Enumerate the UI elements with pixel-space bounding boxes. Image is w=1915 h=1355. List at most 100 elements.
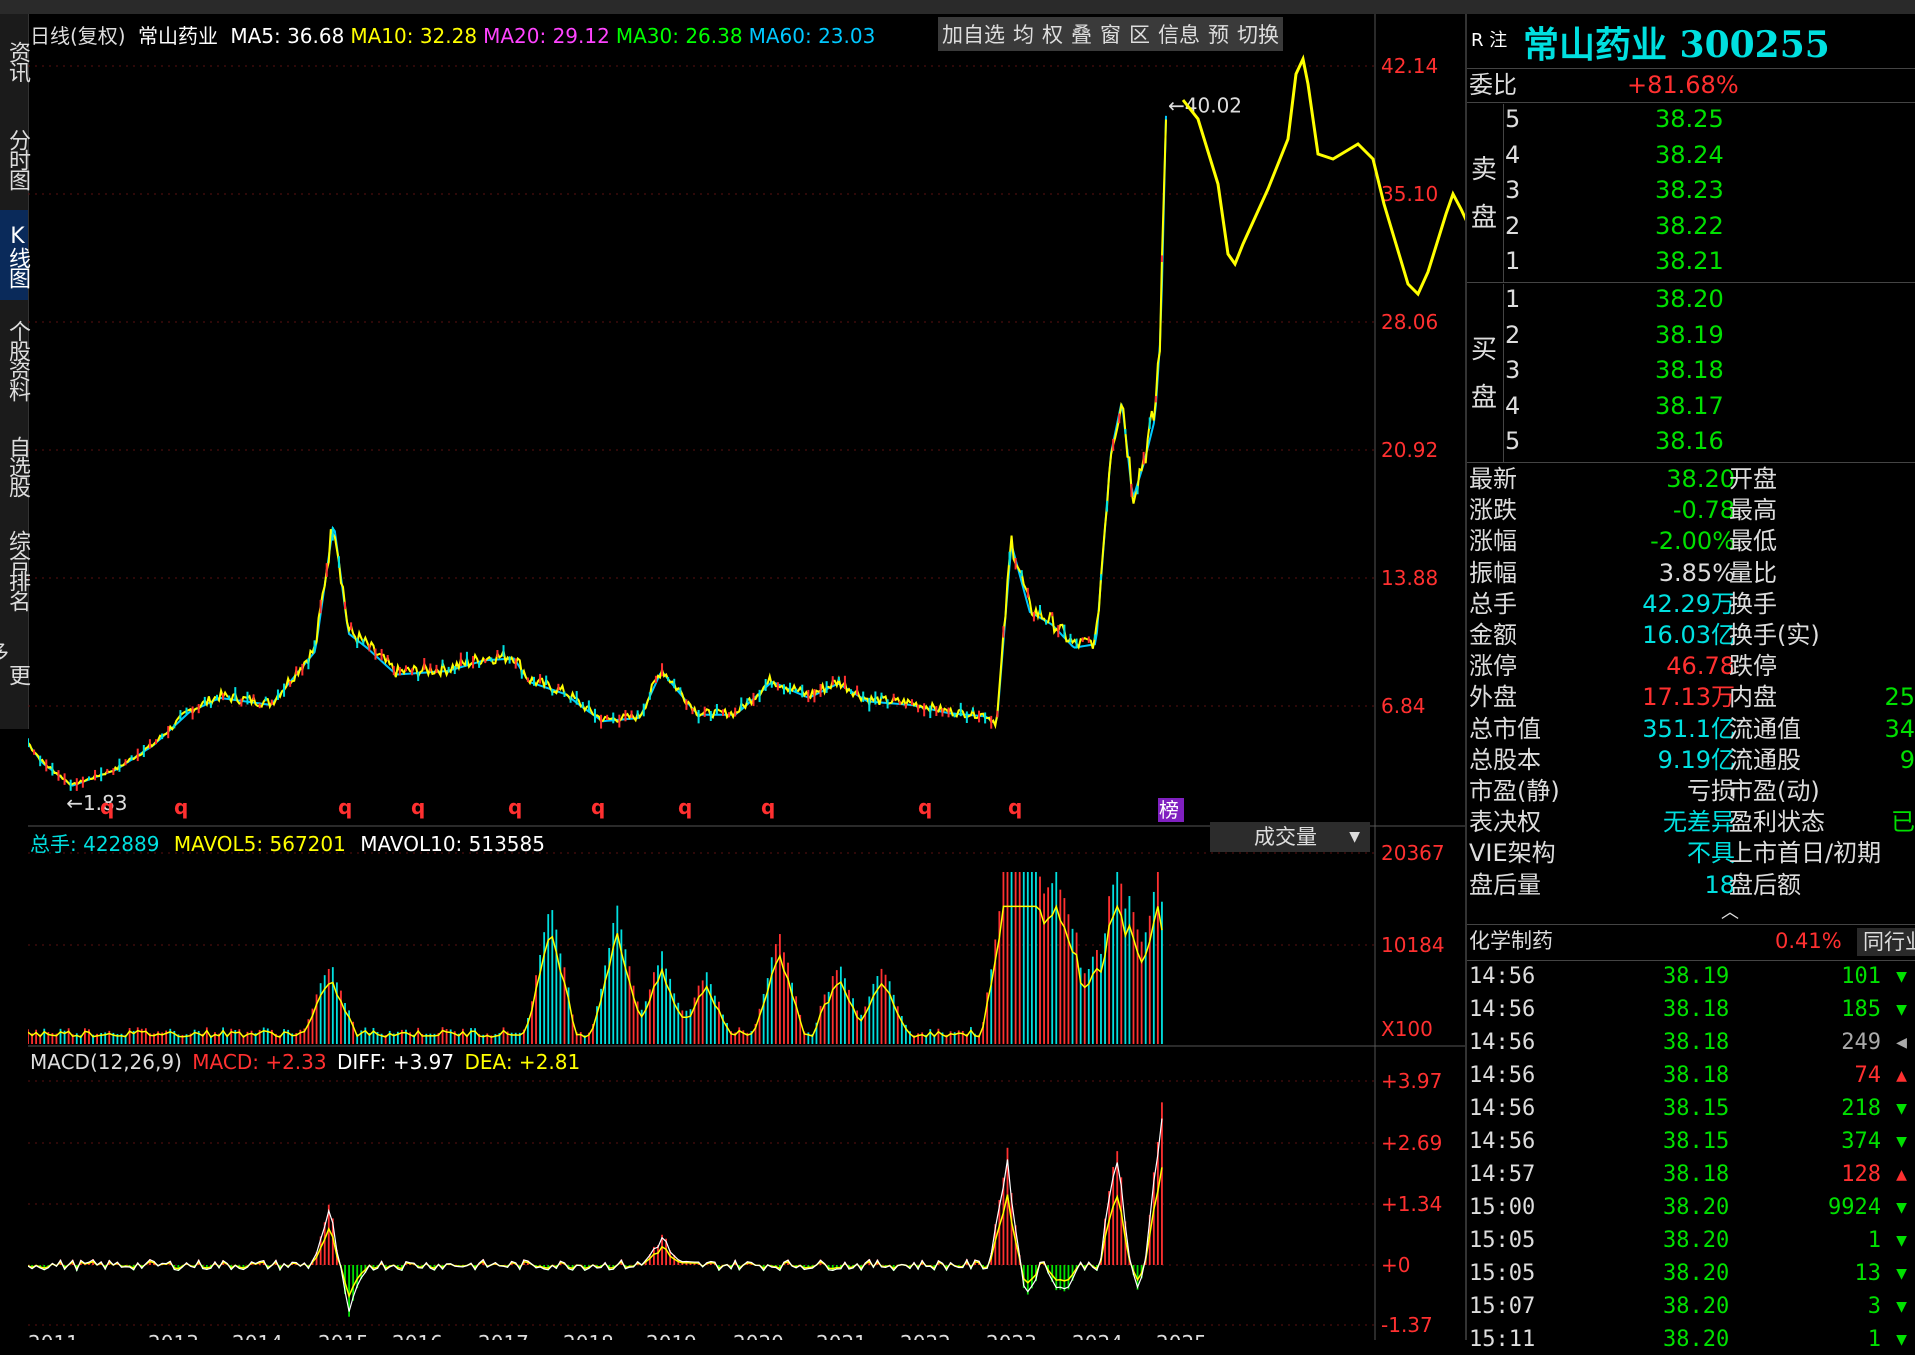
candle — [192, 706, 194, 719]
candle — [466, 652, 468, 665]
tick-price: 38.15 — [1663, 1094, 1729, 1124]
industry-label[interactable]: 化学制药 — [1469, 926, 1553, 956]
candle — [137, 749, 139, 761]
toolbar-item-0[interactable]: 加自选 — [938, 19, 1009, 49]
candle — [442, 660, 444, 667]
q-marker[interactable]: q — [761, 795, 775, 819]
q-marker[interactable]: q — [1008, 795, 1022, 819]
year-axis-label: 2024 — [1072, 1331, 1123, 1340]
toolbar-item-6[interactable]: 信息 — [1154, 19, 1204, 49]
candle — [33, 750, 35, 755]
candle — [777, 682, 779, 690]
q-marker[interactable]: q — [100, 795, 114, 819]
candle — [1033, 612, 1035, 621]
candle — [1094, 634, 1096, 640]
candle — [57, 770, 59, 781]
order-level-price: 38.23 — [1655, 175, 1724, 205]
toolbar-item-7[interactable]: 预 — [1204, 19, 1233, 49]
candle — [752, 693, 754, 706]
volume-bar — [1137, 929, 1139, 1044]
collapse-icon[interactable]: ︿ — [1721, 898, 1739, 924]
q-marker[interactable]: q — [591, 795, 605, 819]
candle — [557, 684, 559, 691]
left-tab-4[interactable]: 自选股 — [0, 424, 28, 508]
candle — [813, 689, 815, 702]
stat-value-2: 25 — [1884, 682, 1915, 712]
buy-label-box: 买盘 — [1467, 284, 1504, 462]
candle — [759, 690, 761, 702]
candle — [643, 704, 645, 717]
candle — [801, 685, 803, 698]
volume-bar — [340, 991, 342, 1044]
left-tab-0[interactable]: 资讯 — [0, 22, 28, 100]
toolbar-item-4[interactable]: 窗 — [1096, 19, 1125, 49]
tick-price: 38.20 — [1663, 1292, 1729, 1322]
arrow-up-icon: ▲ — [1896, 1061, 1907, 1091]
candle — [990, 716, 992, 729]
left-tab-1[interactable]: 分时图 — [0, 114, 28, 204]
stat-label: 涨停 — [1469, 651, 1517, 681]
candle — [960, 703, 962, 716]
volume-bar — [877, 976, 879, 1044]
q-marker[interactable]: q — [918, 795, 932, 819]
toolbar-item-5[interactable]: 区 — [1125, 19, 1154, 49]
left-tab-6[interactable]: 更多.. — [0, 634, 28, 714]
order-level-index: 3 — [1505, 355, 1520, 385]
order-level-price: 38.18 — [1655, 355, 1724, 385]
toolbar-item-3[interactable]: 叠 — [1067, 19, 1096, 49]
order-level-index: 3 — [1505, 175, 1520, 205]
toolbar-item-8[interactable]: 切换 — [1233, 19, 1283, 49]
stat-label-2: 最低 — [1729, 526, 1777, 556]
kline-chart-area[interactable]: 42.1435.1028.0620.9213.886.842036710184X… — [28, 14, 1465, 1340]
q-marker[interactable]: q — [174, 795, 188, 819]
candle — [905, 704, 907, 708]
volume-bar — [779, 934, 781, 1044]
volume-bar — [324, 975, 326, 1044]
tick-volume: 3 — [1868, 1292, 1881, 1322]
industry-peer-button[interactable]: 同行业 — [1857, 928, 1915, 956]
title-prefix: R 注 — [1471, 26, 1507, 52]
stat-value: 46.78 — [1666, 651, 1735, 681]
q-marker[interactable]: q — [338, 795, 352, 819]
candle — [338, 556, 340, 568]
left-tab-3[interactable]: 个股资料 — [0, 304, 28, 416]
toolbar-item-2[interactable]: 权 — [1038, 19, 1067, 49]
volume-bar — [1068, 914, 1070, 1044]
diff-line — [28, 1119, 1162, 1312]
left-tab-5[interactable]: 综合排名 — [0, 514, 28, 626]
tick-volume: 1 — [1868, 1325, 1881, 1355]
volume-indicator-select[interactable]: 成交量 ▼ — [1210, 822, 1370, 852]
candle — [45, 759, 47, 771]
volume-bar — [547, 914, 549, 1044]
volume-indicator-value: 成交量 — [1254, 825, 1317, 849]
candle — [631, 710, 633, 717]
volume-bar — [474, 1028, 476, 1044]
candle — [1130, 484, 1132, 497]
stat-label-2: 开盘 — [1729, 464, 1777, 494]
stat-label-2: 内盘 — [1729, 682, 1777, 712]
toolbar-item-1[interactable]: 均 — [1009, 19, 1038, 49]
q-marker[interactable]: q — [508, 795, 522, 819]
volume-header: 总手: 422889 MAVOL5: 567201 MAVOL10: 51358… — [30, 828, 545, 857]
candle — [283, 684, 285, 697]
volume-bar — [702, 980, 704, 1044]
volume-bar — [1003, 872, 1005, 1044]
order-level-index: 1 — [1505, 246, 1520, 276]
stat-value: 17.13万 — [1642, 682, 1735, 712]
candle — [1155, 396, 1157, 402]
stat-value: 38.20 — [1666, 464, 1735, 494]
left-tab-2[interactable]: K线图 — [0, 210, 28, 300]
candle — [265, 697, 267, 702]
candle — [326, 563, 328, 577]
candle — [710, 711, 712, 721]
volume-bar — [1039, 877, 1041, 1044]
q-marker[interactable]: q — [678, 795, 692, 819]
candle — [600, 715, 602, 729]
bang-marker[interactable]: 榜 — [1159, 798, 1179, 822]
q-marker[interactable]: q — [411, 795, 425, 819]
stat-label: 金额 — [1469, 620, 1517, 650]
kline-chart-svg[interactable]: 42.1435.1028.0620.9213.886.842036710184X… — [28, 14, 1465, 1340]
period-label[interactable]: 日线(复权) — [30, 24, 126, 48]
macd-bar — [1063, 1265, 1065, 1291]
volume-bar — [1007, 872, 1009, 1044]
